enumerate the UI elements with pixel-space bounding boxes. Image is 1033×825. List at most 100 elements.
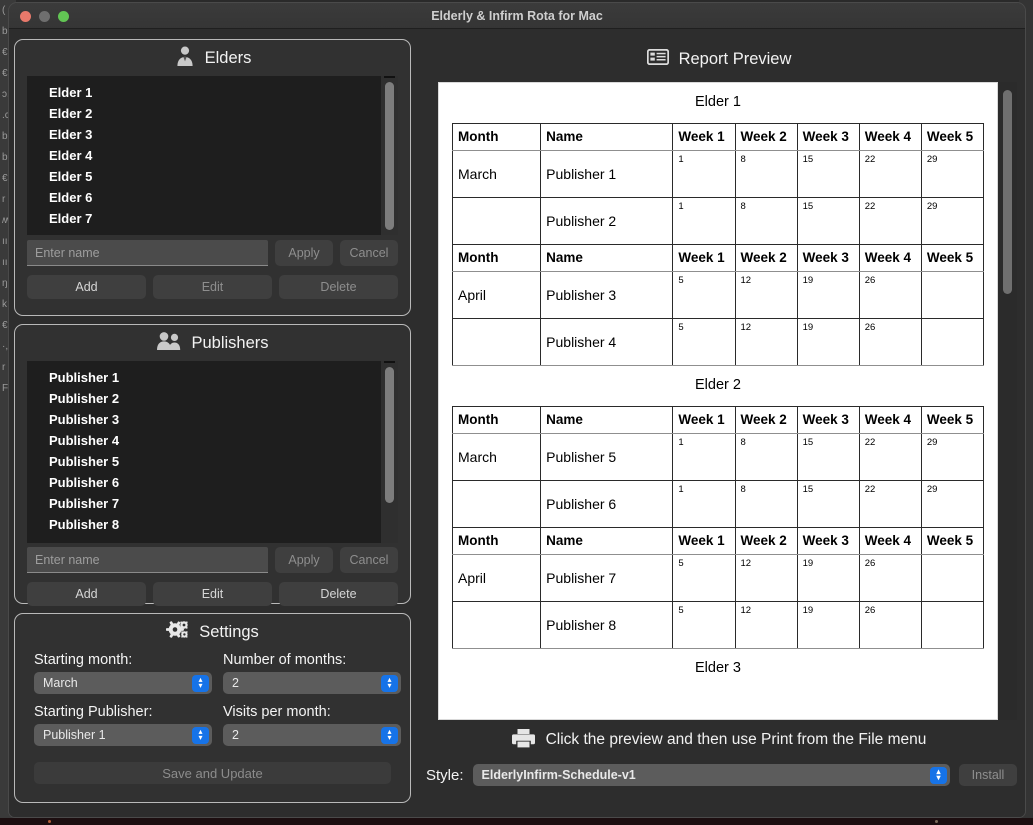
publisher-list-item[interactable]: Publisher 5 — [27, 451, 381, 472]
elder-list-item[interactable]: Elder 4 — [27, 145, 381, 166]
report-document[interactable]: Elder 1 Month Name Week 1 Week 2 Week 3 Week 4… — [438, 82, 998, 720]
publishers-panel: Publishers Publisher 1 Publisher 2 Publish… — [14, 324, 411, 606]
rota-column-header: Week 1 — [672, 406, 736, 434]
rota-table-row: Publisher 6 1 8 15 22 29 — [451, 480, 985, 528]
style-row: Style: ElderlyInfirm-Schedule-v1 ▴ ▾ Inst… — [426, 762, 1017, 788]
scrollbar-thumb[interactable] — [385, 82, 394, 230]
elders-delete-button[interactable]: Delete — [279, 275, 398, 299]
rota-header-row: Month Name Week 1 Week 2 Week 3 Week 4 Week 5 — [451, 123, 985, 151]
publisher-list-item[interactable]: Publisher 1 — [27, 367, 381, 388]
report-preview-scrollbar[interactable] — [998, 82, 1017, 720]
save-and-update-button[interactable]: Save and Update — [34, 762, 391, 784]
elders-panel-title: Elders — [204, 48, 252, 67]
chevron-updown-icon[interactable]: ▴ ▾ — [192, 674, 209, 692]
publishers-apply-button[interactable]: Apply — [275, 547, 333, 573]
publishers-cancel-button[interactable]: Cancel — [340, 547, 398, 573]
publishers-list-scrollbar[interactable] — [381, 361, 398, 543]
rota-column-header: Month — [451, 527, 542, 555]
publishers-list[interactable]: Publisher 1 Publisher 2 Publisher 3 Publish… — [27, 361, 381, 543]
elder-list-item[interactable]: Elder 7 — [27, 208, 381, 229]
rota-week-cell: 22 — [858, 150, 922, 198]
rota-week-cell: 19 — [796, 601, 860, 649]
report-preview-area: Elder 1 Month Name Week 1 Week 2 Week 3 Week 4… — [438, 82, 1017, 720]
elders-cancel-button[interactable]: Cancel — [340, 240, 398, 266]
rota-table: Month Name Week 1 Week 2 Week 3 Week 4 Week 5M… — [451, 123, 985, 366]
style-select[interactable]: ElderlyInfirm-Schedule-v1 ▴ ▾ — [472, 764, 950, 786]
rota-week-cell: 22 — [858, 480, 922, 528]
rota-column-header: Week 5 — [920, 527, 985, 555]
rota-column-header: Week 5 — [920, 406, 985, 434]
rota-week-cell: 26 — [858, 554, 922, 602]
rota-week-cell: 1 — [672, 480, 736, 528]
rota-week-cell: 26 — [858, 271, 922, 319]
publisher-list-item[interactable]: Publisher 2 — [27, 388, 381, 409]
elders-list-scrollbar[interactable] — [381, 76, 398, 235]
rota-week-cell: 1 — [672, 197, 736, 245]
starting-month-select[interactable]: March ▴ ▾ — [34, 672, 212, 694]
elder-list-item[interactable]: Elder 3 — [27, 124, 381, 145]
rota-name-cell: Publisher 4 — [540, 318, 674, 366]
rota-week-cell: 12 — [734, 271, 798, 319]
publishers-edit-button[interactable]: Edit — [153, 582, 272, 606]
elders-list[interactable]: Elder 1 Elder 2 Elder 3 Elder 4 Elder 5 Elder… — [27, 76, 381, 235]
elders-add-button[interactable]: Add — [27, 275, 146, 299]
starting-publisher-value: Publisher 1 — [43, 728, 106, 742]
chevron-updown-icon[interactable]: ▴ ▾ — [930, 766, 947, 784]
rota-table: Month Name Week 1 Week 2 Week 3 Week 4 Week 5M… — [451, 406, 985, 649]
publisher-list-item[interactable]: Publisher 6 — [27, 472, 381, 493]
chevron-updown-icon[interactable]: ▴ ▾ — [192, 726, 209, 744]
rota-month-cell — [451, 601, 542, 649]
elder-list-item[interactable]: Elder 6 — [27, 187, 381, 208]
publishers-delete-button[interactable]: Delete — [279, 582, 398, 606]
scrollbar-track-cap — [384, 361, 395, 363]
window-titlebar[interactable]: Elderly & Infirm Rota for Mac — [9, 3, 1025, 29]
rota-column-header: Week 3 — [796, 244, 860, 272]
rota-column-header: Week 4 — [858, 244, 922, 272]
rota-month-cell — [451, 318, 542, 366]
scrollbar-thumb[interactable] — [1003, 90, 1012, 294]
publisher-list-item[interactable]: Publisher 4 — [27, 430, 381, 451]
scrollbar-thumb[interactable] — [385, 367, 394, 503]
publisher-list-item[interactable]: Publisher 3 — [27, 409, 381, 430]
elders-name-input[interactable] — [27, 240, 268, 266]
elders-apply-button[interactable]: Apply — [275, 240, 333, 266]
elder-list-item[interactable]: Elder 1 — [27, 82, 381, 103]
rota-week-cell: 29 — [920, 480, 985, 528]
publishers-entry-row: Apply Cancel — [27, 547, 398, 573]
starting-month-label: Starting month: — [34, 652, 133, 668]
install-button[interactable]: Install — [959, 764, 1017, 786]
rota-month-cell: March — [451, 150, 542, 198]
rota-column-header: Week 1 — [672, 527, 736, 555]
app-window: Elderly & Infirm Rota for Mac Elders Eld… — [8, 2, 1026, 818]
elder-list-item[interactable]: Elder 5 — [27, 166, 381, 187]
number-of-months-select[interactable]: 2 ▴ ▾ — [223, 672, 401, 694]
style-label: Style: — [426, 766, 464, 784]
starting-publisher-select[interactable]: Publisher 1 ▴ ▾ — [34, 724, 212, 746]
rota-name-cell: Publisher 2 — [540, 197, 674, 245]
chevron-updown-icon[interactable]: ▴ ▾ — [381, 726, 398, 744]
starting-publisher-label: Starting Publisher: — [34, 704, 153, 720]
publishers-panel-header: Publishers — [15, 325, 410, 361]
rota-week-cell: 15 — [796, 480, 860, 528]
rota-column-header: Month — [451, 406, 542, 434]
rota-week-cell: 29 — [920, 150, 985, 198]
chevron-updown-icon[interactable]: ▴ ▾ — [381, 674, 398, 692]
rota-section-heading: Elder 1 — [695, 94, 741, 110]
rota-week-cell — [920, 271, 985, 319]
publisher-list-item[interactable]: Publisher 8 — [27, 514, 381, 535]
publishers-name-input[interactable] — [27, 547, 268, 573]
rota-table-row: March Publisher 5 1 8 15 22 29 — [451, 433, 985, 481]
elders-edit-button[interactable]: Edit — [153, 275, 272, 299]
rota-week-cell: 12 — [734, 554, 798, 602]
rota-table-row: Publisher 4 5 12 19 26 — [451, 318, 985, 366]
elders-entry-row: Apply Cancel — [27, 240, 398, 266]
visits-per-month-select[interactable]: 2 ▴ ▾ — [223, 724, 401, 746]
publisher-list-item[interactable]: Publisher 7 — [27, 493, 381, 514]
rota-week-cell: 5 — [672, 318, 736, 366]
rota-month-cell: April — [451, 554, 542, 602]
publishers-add-button[interactable]: Add — [27, 582, 146, 606]
person-tie-icon — [174, 45, 196, 72]
rota-column-header: Week 5 — [920, 244, 985, 272]
elder-list-item[interactable]: Elder 2 — [27, 103, 381, 124]
gears-icon — [166, 620, 190, 645]
